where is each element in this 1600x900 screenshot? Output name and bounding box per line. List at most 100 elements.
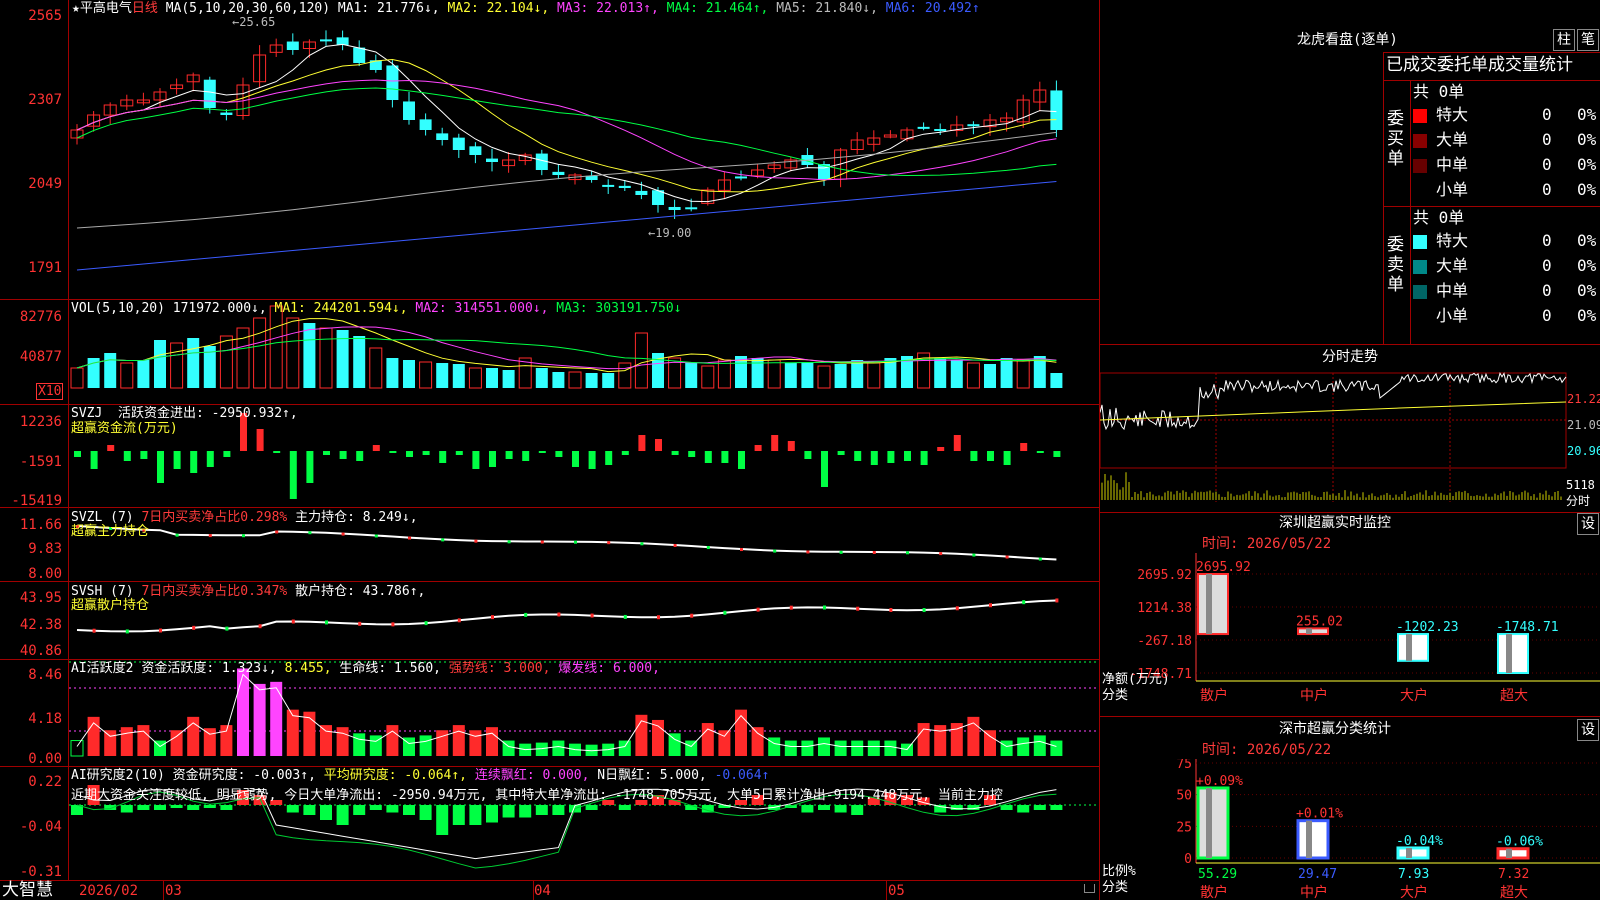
research-bar <box>170 805 183 808</box>
activity-bar <box>336 727 349 756</box>
holding-dot <box>474 539 478 543</box>
star-icon[interactable]: ★ <box>72 1 80 16</box>
ai-y-tick: 0.00 <box>28 751 62 767</box>
sh-settings-button[interactable]: 设 <box>1577 719 1599 741</box>
sz-bar-shade <box>1206 574 1212 635</box>
research-bar <box>386 805 399 813</box>
research-bar <box>320 805 332 820</box>
period-label[interactable]: 日线 <box>132 1 158 16</box>
retail-dot <box>1055 598 1059 603</box>
vol-unit-badge: X10 <box>36 383 64 400</box>
x-axis-label: 04 <box>534 883 551 899</box>
activity-bar <box>652 719 664 756</box>
svsh-y-tick: 40.86 <box>19 643 62 659</box>
candle-down <box>685 207 698 210</box>
fund-flow-bar <box>638 435 646 451</box>
research-bar <box>187 805 200 810</box>
order-size-label: 小单 <box>1436 306 1469 325</box>
retail-dot <box>258 624 262 629</box>
volume-bar-down <box>834 364 847 388</box>
ma6-line <box>76 181 1057 271</box>
candle-down <box>436 133 449 140</box>
activity-bar <box>1000 740 1013 756</box>
candle-down <box>286 41 299 50</box>
order-size-label: 中单 <box>1436 155 1469 174</box>
volume-bar-down <box>187 338 200 388</box>
volume-bar-up <box>468 367 482 389</box>
fund-flow-bar <box>1003 451 1011 465</box>
retail-dot <box>723 610 727 615</box>
lock-icon[interactable] <box>1084 884 1095 893</box>
sh-bar-shade <box>1306 820 1312 858</box>
activity-bar <box>884 740 897 756</box>
candle-down <box>602 184 615 187</box>
retail-dot <box>856 606 860 611</box>
research-bar <box>585 805 598 810</box>
fund-flow-bar <box>920 451 928 465</box>
volume-bar-down <box>602 373 615 388</box>
fund-flow-bar <box>904 451 911 461</box>
research-bar <box>203 805 216 808</box>
sz-settings-button[interactable]: 设 <box>1577 513 1599 535</box>
volume-bar-up <box>634 332 648 389</box>
order-count: 0 <box>1542 231 1552 250</box>
activity-bar <box>120 727 133 756</box>
activity-bar <box>552 740 565 756</box>
ai-research-panel[interactable] <box>69 767 1099 880</box>
activity-bar <box>818 737 830 756</box>
order-count: 0 <box>1542 105 1552 124</box>
fund-flow-bar <box>389 451 397 453</box>
intraday-chart[interactable] <box>1100 372 1600 512</box>
research-bar <box>818 805 830 810</box>
activity-bar <box>486 727 498 756</box>
ma5-value: MA5: 21.840↓, <box>776 1 878 16</box>
research-bar <box>502 805 515 818</box>
research-bar <box>154 805 166 810</box>
retail-dot <box>424 621 428 626</box>
retail-dot <box>1022 600 1026 605</box>
research-bar <box>519 805 532 818</box>
sz-monitor-title: 深圳超赢实时监控 <box>1279 515 1391 531</box>
main-y-tick: 2565 <box>28 8 62 24</box>
fund-flow-bar <box>356 451 364 461</box>
holding-dot <box>640 542 644 546</box>
order-count: 0 <box>1542 130 1552 149</box>
order-count: 0 <box>1542 281 1552 300</box>
candle-down <box>419 119 432 130</box>
sz-bar-category: 大户 <box>1400 687 1428 704</box>
ai2-description: 近期大资金关注度较低, 明显弱势, 今日大单净流出: -2950.94万元, 其… <box>71 788 1003 803</box>
holding-dot <box>706 546 710 550</box>
activity-bar <box>934 725 947 756</box>
vol-y-tick: 82776 <box>19 309 62 325</box>
intraday-title: 分时走势 <box>1322 349 1378 365</box>
holding-dot <box>906 551 909 555</box>
research-bar <box>1033 805 1046 810</box>
fund-flow-bar <box>771 435 779 451</box>
sh-y-tick: 0 <box>1184 852 1192 867</box>
volume-bar-down <box>486 368 498 388</box>
high-price-label: ←25.65 <box>232 15 276 29</box>
bar-view-button[interactable]: 柱 <box>1553 29 1575 51</box>
sz-monitor-chart-panel: 2695.92 1214.38 -267.18 -1748.71 2695.92 散户 25… <box>1100 553 1600 716</box>
ai-research-chart[interactable] <box>69 767 1099 880</box>
intraday-y-tick: 20.96 <box>1567 444 1600 458</box>
main-chart-panel[interactable] <box>69 0 1099 299</box>
research-bar <box>486 805 498 823</box>
pen-view-button[interactable]: 笔 <box>1577 29 1599 51</box>
intraday-chart-panel[interactable] <box>1100 372 1600 512</box>
activity-bar <box>1017 737 1030 756</box>
sh-x-title: 分类 <box>1102 880 1128 895</box>
candle-down <box>934 129 947 132</box>
activity-bar <box>751 727 764 756</box>
sh-y-tick: 75 <box>1176 759 1192 772</box>
svzl-y-tick: 8.00 <box>28 566 62 582</box>
holding-dot <box>1038 557 1042 561</box>
candle-down <box>203 79 216 108</box>
activity-bar <box>1033 735 1046 756</box>
candle-down <box>735 176 747 179</box>
activity-bar <box>984 730 996 756</box>
fund-flow-bar <box>173 451 181 469</box>
candlestick-chart[interactable] <box>69 0 1099 299</box>
fund-flow-bar <box>953 435 961 451</box>
sz-bar-category: 超大 <box>1500 688 1528 704</box>
